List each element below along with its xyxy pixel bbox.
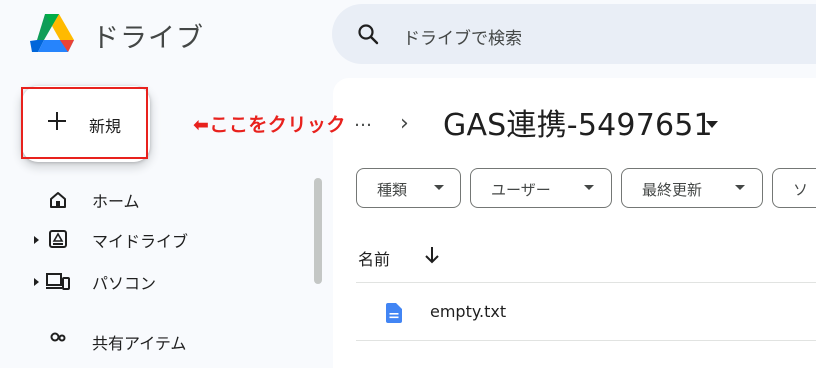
- divider: [356, 282, 816, 283]
- plus-icon: [48, 112, 66, 130]
- folder-menu-caret-icon[interactable]: [706, 121, 718, 129]
- sidebar-item-home[interactable]: ホーム: [92, 188, 140, 212]
- breadcrumb-ellipsis[interactable]: …: [354, 110, 372, 131]
- google-drive-logo-icon: [30, 14, 74, 52]
- filter-chip-modified[interactable]: 最終更新: [621, 168, 763, 208]
- chip-label: 最終更新: [642, 181, 703, 199]
- chip-label: ソ: [793, 181, 809, 199]
- annotation-label: ⬅ここをクリック: [193, 114, 346, 136]
- filter-chip-user[interactable]: ユーザー: [470, 168, 612, 208]
- breadcrumb-separator: ›: [400, 111, 409, 136]
- sidebar-item-computers[interactable]: パソコン: [92, 270, 156, 294]
- home-icon: [50, 192, 66, 208]
- search-icon[interactable]: [356, 22, 380, 46]
- chevron-down-icon: [584, 185, 594, 190]
- search-input[interactable]: ドライブで検索: [403, 24, 522, 49]
- chevron-down-icon: [434, 185, 444, 190]
- expand-caret-icon[interactable]: [34, 236, 40, 244]
- expand-caret-icon[interactable]: [34, 278, 40, 286]
- divider: [356, 340, 816, 341]
- sort-arrow-down-icon[interactable]: [424, 246, 440, 264]
- sidebar-item-shared[interactable]: 共有アイテム: [92, 330, 186, 354]
- file-name[interactable]: empty.txt: [430, 302, 506, 321]
- sidebar-scrollbar[interactable]: [314, 178, 322, 284]
- computer-icon: [46, 273, 70, 290]
- column-header-name[interactable]: 名前: [358, 246, 390, 270]
- shared-icon: [50, 332, 66, 342]
- new-button-label: 新規: [89, 117, 122, 136]
- my-drive-icon: [49, 230, 67, 248]
- breadcrumb-current-folder[interactable]: GAS連携-5497651: [443, 100, 713, 144]
- new-button[interactable]: [22, 86, 150, 162]
- chip-label: ユーザー: [491, 181, 551, 199]
- app-title: ドライブ: [92, 23, 204, 54]
- filter-chip-type[interactable]: 種類: [356, 168, 461, 208]
- chip-label: 種類: [377, 181, 408, 199]
- doc-icon: [386, 303, 402, 323]
- filter-chip-source[interactable]: ソ: [772, 168, 816, 208]
- sidebar-item-my-drive[interactable]: マイドライブ: [92, 228, 188, 252]
- chevron-down-icon: [735, 185, 745, 190]
